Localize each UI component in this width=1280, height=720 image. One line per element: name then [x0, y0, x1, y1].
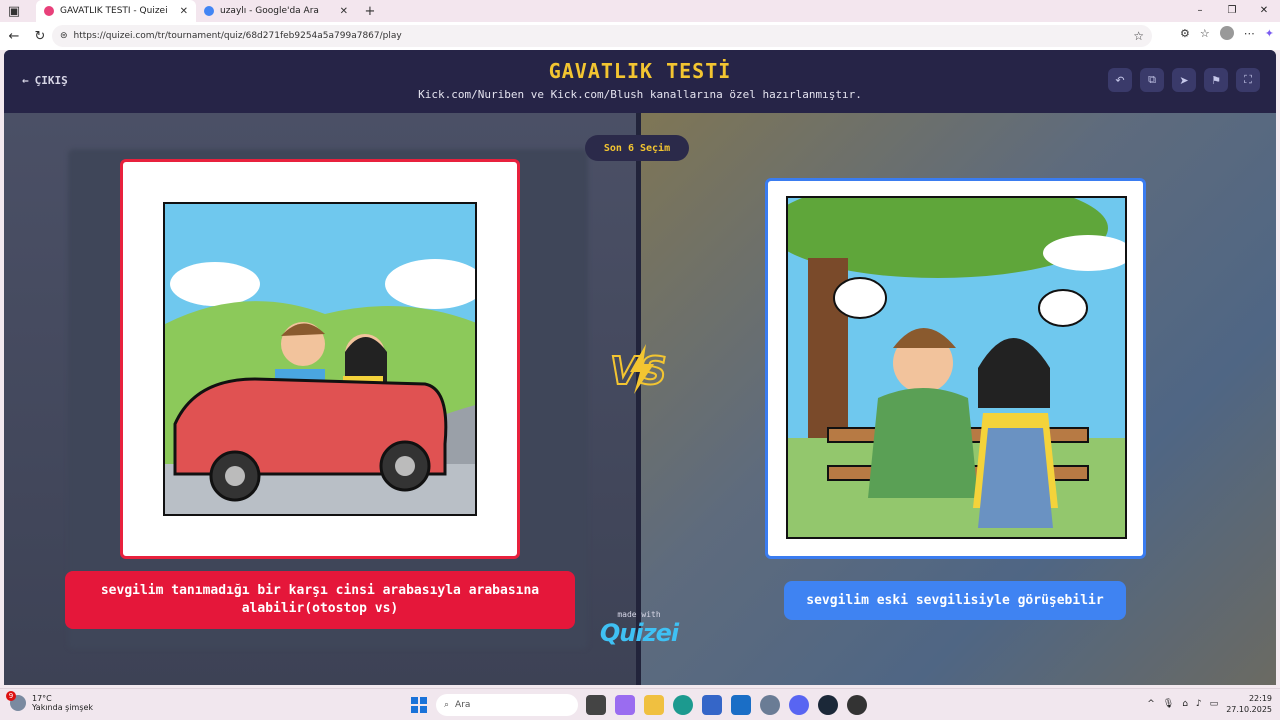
- share-icon[interactable]: ⧉: [1140, 68, 1164, 92]
- settings-icon[interactable]: [760, 695, 780, 715]
- network-icon[interactable]: ⌂: [1182, 699, 1188, 709]
- taskbar-search[interactable]: ⌕ Ara: [436, 694, 578, 716]
- weather-desc: Yakında şimşek: [32, 703, 94, 712]
- mic-icon[interactable]: 🎙: [1163, 699, 1174, 709]
- discord-icon[interactable]: [789, 695, 809, 715]
- quizei-logo: Quizei: [599, 619, 679, 647]
- battery-icon[interactable]: ▭: [1210, 699, 1219, 709]
- weather-temp: 17°C: [32, 694, 52, 703]
- clock[interactable]: 22:19 27.10.2025: [1226, 693, 1272, 715]
- favorite-star-icon[interactable]: ☆: [1133, 29, 1144, 43]
- task-view-icon[interactable]: [586, 695, 606, 715]
- car-illustration: [163, 202, 477, 516]
- left-option-label[interactable]: sevgilim tanımadığı bir karşı cinsi arab…: [65, 571, 575, 629]
- browser-tab-strip: ▣ GAVATLIK TESTİ - Quizei ✕ uzaylı - Goo…: [0, 0, 1280, 22]
- close-tab-icon[interactable]: ✕: [340, 6, 348, 17]
- reload-icon[interactable]: ↻: [32, 29, 48, 44]
- site-info-icon[interactable]: ⊜: [60, 31, 68, 41]
- copilot-icon[interactable]: ✦: [1265, 27, 1274, 40]
- extensions-icon[interactable]: ⚙: [1180, 27, 1190, 40]
- quiz-subtitle: Kick.com/Nuriben ve Kick.com/Blush kanal…: [418, 88, 862, 101]
- weather-icon: 9: [6, 691, 26, 711]
- right-option-label[interactable]: sevgilim eski sevgilisiyle görüşebilir: [784, 581, 1126, 620]
- chevron-up-icon[interactable]: ^: [1147, 699, 1155, 709]
- weather-badge: 9: [6, 691, 16, 701]
- new-tab-button[interactable]: +: [362, 4, 378, 19]
- search-icon: ⌕: [444, 700, 450, 710]
- maximize-button[interactable]: ❐: [1216, 0, 1248, 22]
- search-placeholder: Ara: [455, 700, 471, 710]
- outlook-icon[interactable]: [731, 695, 751, 715]
- quizei-favicon-icon: [44, 6, 54, 16]
- undo-icon[interactable]: ↶: [1108, 68, 1132, 92]
- close-tab-icon[interactable]: ✕: [180, 6, 188, 17]
- address-bar-row: ← ↻ ⊜ https://quizei.com/tr/tournament/q…: [0, 22, 1280, 50]
- profile-avatar[interactable]: [1219, 26, 1234, 40]
- fullscreen-icon[interactable]: ⛶: [1236, 68, 1260, 92]
- weather-widget[interactable]: 9 17°C Yakında şimşek: [6, 691, 94, 712]
- quiz-header: ← ÇIKIŞ GAVATLIK TESTİ Kick.com/Nuriben …: [4, 50, 1276, 113]
- vs-lightning-icon: VS: [609, 344, 668, 394]
- start-button[interactable]: [411, 697, 427, 713]
- center-divider: [636, 113, 641, 685]
- tab-title: GAVATLIK TESTİ - Quizei: [60, 6, 168, 16]
- tab-google[interactable]: uzaylı - Google'da Ara ✕: [196, 0, 356, 22]
- time: 22:19: [1248, 694, 1272, 703]
- left-option-card[interactable]: [120, 159, 520, 559]
- url-text: https://quizei.com/tr/tournament/quiz/68…: [73, 31, 402, 41]
- made-with-text: made with: [617, 610, 661, 619]
- minimize-button[interactable]: –: [1184, 0, 1216, 22]
- windows-taskbar: 9 17°C Yakında şimşek ⌕ Ara ^ 🎙 ⌂ ♪ ▭ 22…: [0, 688, 1280, 720]
- tab-title: uzaylı - Google'da Ara: [220, 6, 319, 16]
- system-tray: ^ 🎙 ⌂ ♪ ▭ 22:19 27.10.2025: [1147, 693, 1272, 715]
- round-badge: Son 6 Seçim: [585, 135, 689, 161]
- send-icon[interactable]: ➤: [1172, 68, 1196, 92]
- file-explorer-icon[interactable]: [644, 695, 664, 715]
- close-window-button[interactable]: ✕: [1248, 0, 1280, 22]
- quiz-app: ← ÇIKIŞ GAVATLIK TESTİ Kick.com/Nuriben …: [4, 50, 1276, 685]
- bench-illustration: [786, 196, 1127, 539]
- google-favicon-icon: [204, 6, 214, 16]
- store-icon[interactable]: [702, 695, 722, 715]
- date: 27.10.2025: [1226, 705, 1272, 714]
- url-field[interactable]: ⊜ https://quizei.com/tr/tournament/quiz/…: [52, 25, 1152, 47]
- favorites-icon[interactable]: ☆: [1200, 27, 1210, 40]
- volume-icon[interactable]: ♪: [1196, 699, 1202, 709]
- more-menu-icon[interactable]: ⋯: [1244, 27, 1255, 40]
- flag-icon[interactable]: ⚑: [1204, 68, 1228, 92]
- app-icon[interactable]: [847, 695, 867, 715]
- steam-icon[interactable]: [818, 695, 838, 715]
- right-option-card[interactable]: [765, 178, 1146, 559]
- quiz-title: GAVATLIK TESTİ: [548, 59, 732, 83]
- copilot-app-icon[interactable]: [615, 695, 635, 715]
- tab-quizei[interactable]: GAVATLIK TESTİ - Quizei ✕: [36, 0, 196, 22]
- edge-icon[interactable]: [673, 695, 693, 715]
- tab-actions-icon[interactable]: ▣: [6, 4, 22, 19]
- made-with-brand: made with Quizei: [594, 610, 684, 647]
- back-icon[interactable]: ←: [6, 29, 22, 44]
